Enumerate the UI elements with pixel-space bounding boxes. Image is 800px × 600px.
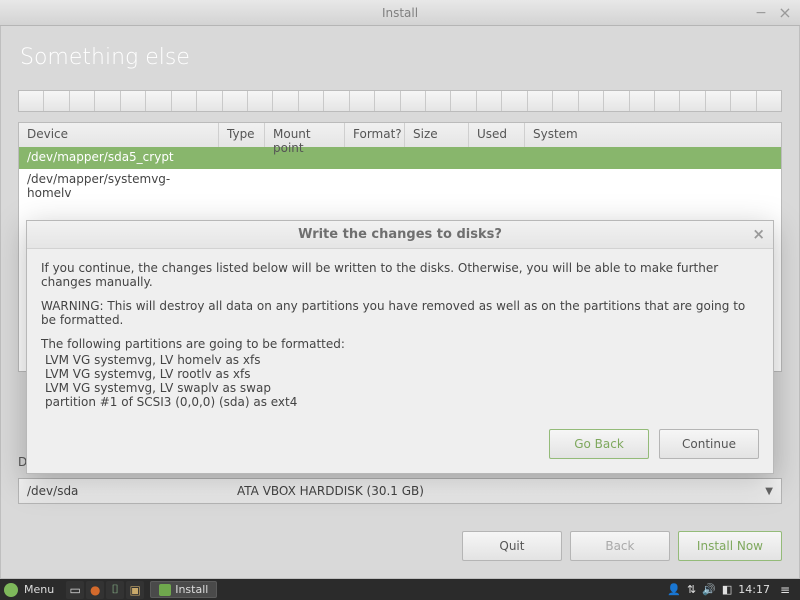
- row-device: /dev/mapper/sda5_crypt: [19, 147, 219, 169]
- dialog-title: Write the changes to disks?: [298, 227, 502, 242]
- table-header: Device Type Mount point Format? Size Use…: [19, 123, 781, 147]
- dialog-close-button[interactable]: ×: [752, 225, 765, 243]
- format-list-item: LVM VG systemvg, LV homelv as xfs: [45, 353, 759, 367]
- window-titlebar: Install − ×: [0, 0, 800, 26]
- dialog-warning: WARNING: This will destroy all data on a…: [41, 299, 759, 327]
- taskbar: Menu ▭ ● ⌷ ▣ Install 👤 ⇅ 🔊 ◧ 14:17 ≡: [0, 579, 800, 600]
- col-size[interactable]: Size: [405, 123, 469, 147]
- install-now-button: Install Now: [678, 531, 782, 561]
- menu-button[interactable]: Menu: [22, 583, 64, 596]
- continue-button[interactable]: Continue: [659, 429, 759, 459]
- footer-buttons: Quit Back Install Now: [462, 531, 782, 561]
- table-row[interactable]: /dev/mapper/sda5_crypt: [19, 147, 781, 169]
- mint-logo-icon[interactable]: [4, 583, 18, 597]
- dialog-list-heading: The following partitions are going to be…: [41, 337, 759, 351]
- col-mount[interactable]: Mount point: [265, 123, 345, 147]
- col-used[interactable]: Used: [469, 123, 525, 147]
- files-icon[interactable]: ▣: [126, 581, 144, 599]
- show-desktop-icon[interactable]: ▭: [66, 581, 84, 599]
- terminal-icon[interactable]: ⌷: [106, 581, 124, 599]
- volume-icon[interactable]: 🔊: [702, 583, 716, 596]
- format-list-item: LVM VG systemvg, LV swaplv as swap: [45, 381, 759, 395]
- window-close-button[interactable]: ×: [776, 4, 794, 22]
- format-list-item: LVM VG systemvg, LV rootlv as xfs: [45, 367, 759, 381]
- format-list-item: partition #1 of SCSI3 (0,0,0) (sda) as e…: [45, 395, 759, 409]
- dialog-body: If you continue, the changes listed belo…: [27, 249, 773, 419]
- network-icon[interactable]: ⇅: [687, 583, 696, 596]
- col-type[interactable]: Type: [219, 123, 265, 147]
- quit-button[interactable]: Quit: [462, 531, 562, 561]
- dialog-titlebar: Write the changes to disks? ×: [27, 221, 773, 249]
- format-list: LVM VG systemvg, LV homelv as xfs LVM VG…: [45, 353, 759, 409]
- back-button: Back: [570, 531, 670, 561]
- task-button[interactable]: Install: [150, 581, 217, 598]
- task-label: Install: [175, 583, 208, 596]
- window-title: Install: [382, 6, 418, 20]
- firefox-icon[interactable]: ●: [86, 581, 104, 599]
- bootloader-description: ATA VBOX HARDDISK (30.1 GB): [237, 484, 424, 498]
- page-heading: Something else: [20, 45, 190, 70]
- user-icon[interactable]: 👤: [667, 583, 681, 596]
- col-device[interactable]: Device: [19, 123, 219, 147]
- disk-usage-bar: [18, 90, 782, 112]
- tray-icon[interactable]: ◧: [722, 583, 732, 596]
- bootloader-dropdown[interactable]: /dev/sda ATA VBOX HARDDISK (30.1 GB) ▼: [18, 478, 782, 504]
- table-row[interactable]: /dev/mapper/systemvg-homelv: [19, 169, 781, 191]
- col-format[interactable]: Format?: [345, 123, 405, 147]
- col-system[interactable]: System: [525, 123, 781, 147]
- task-app-icon: [159, 584, 171, 596]
- tray-menu-icon[interactable]: ≡: [776, 581, 794, 599]
- clock[interactable]: 14:17: [738, 583, 770, 596]
- dropdown-arrow-icon: ▼: [765, 486, 773, 497]
- bootloader-device: /dev/sda: [27, 484, 237, 498]
- window-minimize-button[interactable]: −: [752, 4, 770, 22]
- confirm-dialog: Write the changes to disks? × If you con…: [26, 220, 774, 474]
- dialog-footer: Go Back Continue: [27, 419, 773, 473]
- dialog-paragraph: If you continue, the changes listed belo…: [41, 261, 759, 289]
- go-back-button[interactable]: Go Back: [549, 429, 649, 459]
- quick-launch: ▭ ● ⌷ ▣: [66, 581, 144, 599]
- row-device: /dev/mapper/systemvg-homelv: [19, 169, 219, 191]
- system-tray: 👤 ⇅ 🔊 ◧ 14:17 ≡: [667, 581, 800, 599]
